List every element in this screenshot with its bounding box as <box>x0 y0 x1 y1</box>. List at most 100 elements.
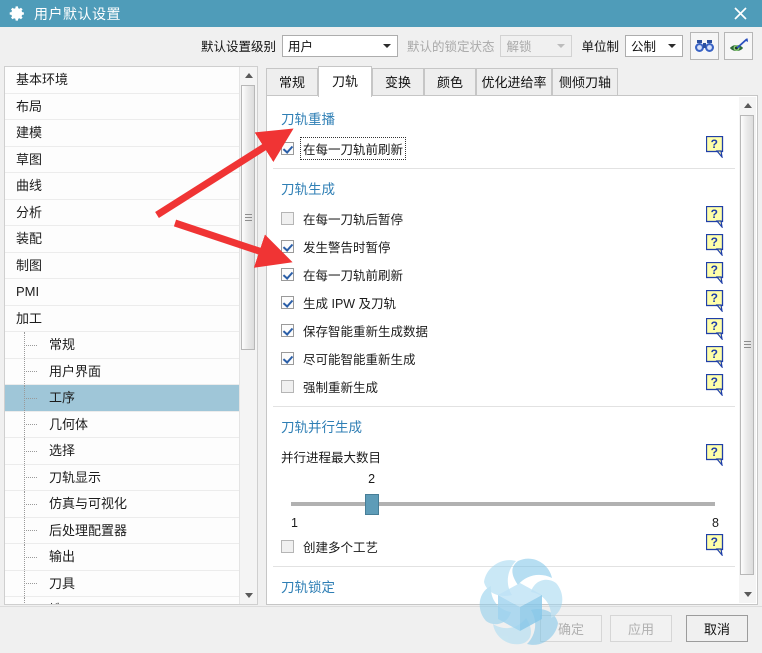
settings-section: 刀轨重播 在每一刀轨前刷新? <box>271 99 737 162</box>
slider-track[interactable] <box>291 502 715 506</box>
close-button[interactable] <box>718 0 762 27</box>
tree-item[interactable]: 刀具 <box>5 570 241 597</box>
help-balloon-icon: ? <box>705 373 724 398</box>
unit-system-select[interactable]: 公制 <box>625 34 683 57</box>
tree-item-label: 布局 <box>16 98 43 114</box>
checkbox-row[interactable]: 保存智能重新生成数据? <box>281 316 729 344</box>
help-balloon-icon: ? <box>705 345 724 370</box>
svg-text:?: ? <box>711 263 718 277</box>
help-button[interactable]: ? <box>705 261 725 286</box>
tree-item[interactable]: 布局 <box>5 93 241 120</box>
panel-scroll-up-button[interactable] <box>739 97 756 114</box>
default-level-value: 用户 <box>287 40 313 54</box>
cancel-button[interactable]: 取消 <box>686 615 748 642</box>
help-button[interactable]: ? <box>705 317 725 342</box>
checkbox-row[interactable]: 在每一刀轨前刷新? <box>281 260 729 288</box>
panel-scroll-down-button[interactable] <box>739 586 756 603</box>
panel-scrollbar-thumb[interactable] <box>740 115 754 575</box>
tree-scroll-up-button[interactable] <box>240 67 257 84</box>
tree-item[interactable]: 常规 <box>5 332 241 359</box>
help-button[interactable]: ? <box>705 443 725 468</box>
checkbox-unchecked-icon[interactable] <box>281 539 294 553</box>
tree-item[interactable]: 草图 <box>5 146 241 173</box>
slider-max-label: 8 <box>712 516 719 530</box>
tree-item[interactable]: 装配 <box>5 226 241 253</box>
checkbox-label: 创建多个工艺 <box>303 540 379 555</box>
checkbox-checked-icon[interactable] <box>281 351 294 365</box>
checkbox-row[interactable]: 尽可能智能重新生成? <box>281 344 729 372</box>
apply-button[interactable]: 应用 <box>610 615 672 642</box>
tree-item[interactable]: PMI <box>5 279 241 306</box>
default-lock-state-select[interactable]: 解锁 <box>500 34 573 57</box>
tree-item[interactable]: 后处理配置器 <box>5 517 241 544</box>
tree-item[interactable]: 基本环境 <box>5 67 241 94</box>
checkbox-checked-icon[interactable] <box>281 267 294 281</box>
tab-2[interactable]: 变换 <box>372 68 424 96</box>
tree-item[interactable]: 工序 <box>5 385 241 412</box>
tab-1[interactable]: 刀轨 <box>318 66 372 97</box>
checkbox-row[interactable]: 在每一刀轨后暂停? <box>281 204 729 232</box>
max-parallel-processes-slider[interactable]: 2 1 8 <box>281 472 729 532</box>
help-button[interactable]: ? <box>705 373 725 398</box>
slider-thumb[interactable] <box>364 494 379 515</box>
tree-item[interactable]: 制图 <box>5 252 241 279</box>
field-label-row: 并行进程最大数目? <box>281 442 729 470</box>
help-button[interactable]: ? <box>705 233 725 258</box>
scrollbar-grip-icon <box>744 341 751 349</box>
panel-scrollbar[interactable] <box>739 97 756 603</box>
tab-0[interactable]: 常规 <box>266 68 318 96</box>
checkbox-checked-icon[interactable] <box>281 141 294 155</box>
tree-scrollbar-thumb[interactable] <box>241 85 255 350</box>
tree-item[interactable]: 输出 <box>5 544 241 571</box>
tab-4[interactable]: 优化进给率 <box>476 68 552 96</box>
tree-item[interactable]: 几何体 <box>5 411 241 438</box>
tree-item[interactable]: 刀轨显示 <box>5 464 241 491</box>
help-button[interactable]: ? <box>705 135 725 160</box>
help-button[interactable]: ? <box>705 533 725 558</box>
checkbox-checked-icon[interactable] <box>281 295 294 309</box>
help-balloon-icon: ? <box>705 317 724 342</box>
checkbox-checked-icon[interactable] <box>281 323 294 337</box>
tree-item[interactable]: 用户界面 <box>5 358 241 385</box>
slider-value-label: 2 <box>368 472 376 486</box>
svg-text:?: ? <box>711 375 718 389</box>
checkbox-row[interactable]: 强制重新生成? <box>281 372 729 400</box>
tree-item[interactable]: 选择 <box>5 438 241 465</box>
checkbox-row[interactable]: 生成 IPW 及刀轨? <box>281 288 729 316</box>
help-balloon-icon: ? <box>705 135 724 160</box>
category-tree-list[interactable]: 基本环境布局建模草图 曲线 分析 装配 制图 PMI 加工 常规 用户界面工序几何体选择 刀轨显示… <box>5 67 241 604</box>
checkbox-row[interactable]: 在每一刀轨前刷新? <box>281 134 729 162</box>
tree-scroll-down-button[interactable] <box>240 587 257 604</box>
tree-item[interactable]: 曲线 <box>5 173 241 200</box>
tree-item[interactable]: 铣刀 <box>5 597 241 604</box>
tree-item-label: 几何体 <box>49 416 89 432</box>
tree-item-label: 建模 <box>16 125 43 140</box>
help-button[interactable]: ? <box>705 345 725 370</box>
locate-setting-button[interactable] <box>724 31 753 60</box>
checkbox-label: 在每一刀轨后暂停 <box>303 212 404 227</box>
checkbox-checked-icon[interactable] <box>281 239 294 253</box>
find-setting-button[interactable] <box>690 31 719 60</box>
help-button[interactable]: ? <box>705 289 725 314</box>
tree-scrollbar[interactable] <box>239 67 257 604</box>
checkbox-unchecked-icon[interactable] <box>281 379 294 393</box>
checkbox-row[interactable]: 发生警告时暂停? <box>281 232 729 260</box>
svg-text:?: ? <box>711 235 718 249</box>
ok-button[interactable]: 确定 <box>540 615 602 642</box>
tree-item-label: 工序 <box>49 390 76 405</box>
default-level-select[interactable]: 用户 <box>281 34 398 57</box>
svg-text:?: ? <box>711 347 718 361</box>
tree-item[interactable]: 分析 <box>5 199 241 226</box>
tab-5[interactable]: 侧倾刀轴 <box>552 68 618 96</box>
window-title: 用户默认设置 <box>34 5 121 22</box>
settings-toolbar: 默认设置级别 用户 默认的锁定状态 解锁 单位制 公制 <box>0 27 762 64</box>
tab-bar: 常规 刀轨 变换 颜色 优化进给率 侧倾刀轴 <box>266 66 758 97</box>
checkbox-row[interactable]: 创建多个工艺? <box>281 532 729 560</box>
tree-item[interactable]: 建模 <box>5 120 241 147</box>
help-button[interactable]: ? <box>705 205 725 230</box>
chevron-up-icon <box>244 73 253 78</box>
tab-3[interactable]: 颜色 <box>424 68 476 96</box>
tree-item[interactable]: 加工 <box>5 305 241 332</box>
tree-item[interactable]: 仿真与可视化 <box>5 491 241 518</box>
checkbox-unchecked-icon[interactable] <box>281 211 294 225</box>
